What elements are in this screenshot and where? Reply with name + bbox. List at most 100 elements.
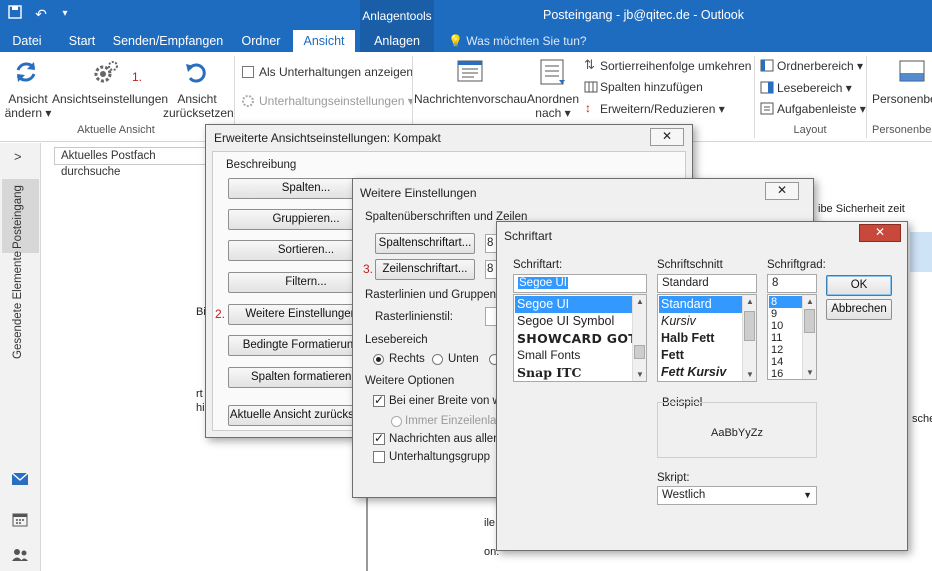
- save-icon[interactable]: [6, 5, 24, 23]
- size-list[interactable]: 8 9 10 11 12 14 16 ▲ ▼: [767, 294, 817, 380]
- todo-bar-button[interactable]: Aufgabenleiste ▾: [777, 102, 866, 116]
- width-option-label: Bei einer Breite von we: [389, 395, 508, 407]
- style-list-item[interactable]: Kursiv: [659, 313, 742, 330]
- row-font-button[interactable]: Zeilenschriftart...: [375, 259, 475, 280]
- font-list-scrollbar[interactable]: ▲ ▼: [632, 295, 646, 381]
- view-settings-button[interactable]: Ansichtseinstellungen: [52, 92, 168, 106]
- conversation-groups-label: Unterhaltungsgrupp: [389, 451, 491, 463]
- section-more-options: Weitere Optionen: [365, 375, 455, 387]
- mail-icon[interactable]: [11, 472, 29, 486]
- dialog-title: Weitere Einstellungen: [360, 186, 477, 200]
- script-select[interactable]: Westlich ▼: [657, 486, 817, 505]
- message-preview-button[interactable]: Nachrichtenvorschau: [414, 92, 527, 106]
- size-label: Schriftgrad:: [767, 259, 826, 271]
- style-input[interactable]: Standard: [657, 274, 757, 293]
- scroll-up-icon[interactable]: ▲: [746, 297, 754, 306]
- scroll-thumb[interactable]: [744, 311, 755, 341]
- calendar-icon[interactable]: [12, 513, 28, 527]
- change-view-icon[interactable]: [12, 58, 42, 88]
- close-button[interactable]: ✕: [859, 224, 901, 242]
- bg-text: hi: [196, 402, 205, 414]
- size-list-item[interactable]: 9: [769, 308, 802, 320]
- column-font-button[interactable]: Spaltenschriftart...: [375, 233, 475, 254]
- size-list-item[interactable]: 8: [769, 296, 802, 308]
- size-list-scrollbar[interactable]: ▲ ▼: [802, 295, 816, 379]
- add-columns-button[interactable]: Spalten hinzufügen: [600, 80, 703, 94]
- search-input[interactable]: Aktuelles Postfach durchsuche: [54, 147, 214, 178]
- font-list-item[interactable]: SHOWCARD GOTHIC: [515, 330, 632, 347]
- radio-bottom[interactable]: [432, 354, 443, 365]
- preview-option-label: Nachrichten aus allen: [389, 433, 500, 445]
- tell-me-text: Was möchten Sie tun?: [466, 34, 587, 48]
- sort-reverse-icon: ⇅: [584, 57, 595, 72]
- ribbon-separator: [754, 56, 755, 138]
- bg-text: sche: [912, 413, 932, 425]
- style-list-item[interactable]: Fett: [659, 347, 742, 364]
- single-line-radio[interactable]: [391, 416, 402, 427]
- style-list-item[interactable]: Fett Kursiv: [659, 364, 742, 381]
- size-list-item[interactable]: 12: [769, 344, 802, 356]
- undo-icon[interactable]: ↶: [32, 5, 50, 23]
- font-list-item[interactable]: Segoe UI: [515, 296, 632, 313]
- show-conversations-label: Als Unterhaltungen anzeigen: [259, 65, 414, 79]
- nav-sent-label: Gesendete Elemente: [12, 250, 24, 359]
- scroll-thumb[interactable]: [634, 345, 645, 359]
- close-button[interactable]: ✕: [765, 182, 799, 200]
- font-list-item[interactable]: Snap ITC: [515, 364, 632, 381]
- window-title: Posteingang - jb@qitec.de - Outlook: [543, 8, 744, 22]
- font-input[interactable]: Segoe UI: [513, 274, 647, 293]
- radio-right[interactable]: [373, 354, 384, 365]
- size-input[interactable]: 8: [767, 274, 817, 293]
- scroll-up-icon[interactable]: ▲: [806, 297, 814, 306]
- cancel-button[interactable]: Abbrechen: [826, 299, 892, 320]
- dialog-title: Schriftart: [504, 229, 553, 243]
- reverse-sort-button[interactable]: Sortierreihenfolge umkehren: [600, 59, 751, 73]
- style-list-scrollbar[interactable]: ▲ ▼: [742, 295, 756, 381]
- scroll-down-icon[interactable]: ▼: [746, 370, 754, 379]
- close-icon: ✕: [661, 129, 673, 143]
- arrange-by-icon: [539, 58, 567, 86]
- size-list-item[interactable]: 14: [769, 356, 802, 368]
- conversation-groups-checkbox[interactable]: [373, 451, 385, 463]
- conversation-settings-button[interactable]: Unterhaltungseinstellungen ▾: [259, 94, 414, 108]
- bg-text: rt: [196, 388, 203, 400]
- close-icon: ✕: [776, 183, 788, 197]
- scroll-up-icon[interactable]: ▲: [636, 297, 644, 306]
- nav-sent-tab[interactable]: Gesendete Elemente: [2, 251, 39, 363]
- font-dialog: Schriftart ✕ Schriftart: Segoe UI Segoe …: [496, 221, 908, 551]
- font-list-item[interactable]: Small Fonts: [515, 347, 632, 364]
- style-list-item[interactable]: Standard: [659, 296, 742, 313]
- people-icon[interactable]: [11, 547, 29, 563]
- sample-box: AaBbYyZz: [657, 402, 817, 458]
- people-pane-button[interactable]: Personenbe: [872, 92, 932, 106]
- show-conversations-checkbox[interactable]: [242, 66, 254, 78]
- close-icon: ✕: [874, 225, 886, 239]
- qat-dropdown-icon[interactable]: ▾: [56, 5, 74, 23]
- size-list-item[interactable]: 10: [769, 320, 802, 332]
- nav-inbox-tab[interactable]: Posteingang: [2, 179, 39, 253]
- expand-folder-pane-icon[interactable]: >: [14, 149, 22, 164]
- folder-pane-button[interactable]: Ordnerbereich ▾: [777, 59, 863, 73]
- scroll-down-icon[interactable]: ▼: [636, 370, 644, 379]
- bg-divider: [366, 496, 368, 571]
- section-grid-lines: Rasterlinien und Gruppenü: [365, 289, 503, 301]
- style-list-item[interactable]: Halb Fett: [659, 330, 742, 347]
- scroll-down-icon[interactable]: ▼: [806, 368, 814, 377]
- style-list[interactable]: Standard Kursiv Halb Fett Fett Fett Kurs…: [657, 294, 757, 382]
- close-button[interactable]: ✕: [650, 128, 684, 146]
- people-pane-icon: [898, 58, 926, 86]
- font-list[interactable]: Segoe UI Segoe UI Symbol SHOWCARD GOTHIC…: [513, 294, 647, 382]
- change-view-button[interactable]: Ansicht ändern ▾: [2, 92, 54, 120]
- scroll-thumb[interactable]: [804, 309, 815, 333]
- font-list-item[interactable]: Segoe UI Symbol: [515, 313, 632, 330]
- reset-view-button[interactable]: Ansicht zurücksetzen: [163, 92, 234, 120]
- size-list-item[interactable]: 16: [769, 368, 802, 379]
- arrange-by-button[interactable]: Anordnen nach ▾: [526, 92, 580, 120]
- preview-option-checkbox[interactable]: [373, 431, 385, 445]
- width-option-checkbox[interactable]: [373, 393, 385, 407]
- section-description: Beschreibung: [226, 159, 297, 171]
- expand-collapse-button[interactable]: Erweitern/Reduzieren ▾: [600, 102, 725, 116]
- size-list-item[interactable]: 11: [769, 332, 802, 344]
- reading-pane-button[interactable]: Lesebereich ▾: [777, 81, 852, 95]
- ok-button[interactable]: OK: [826, 275, 892, 296]
